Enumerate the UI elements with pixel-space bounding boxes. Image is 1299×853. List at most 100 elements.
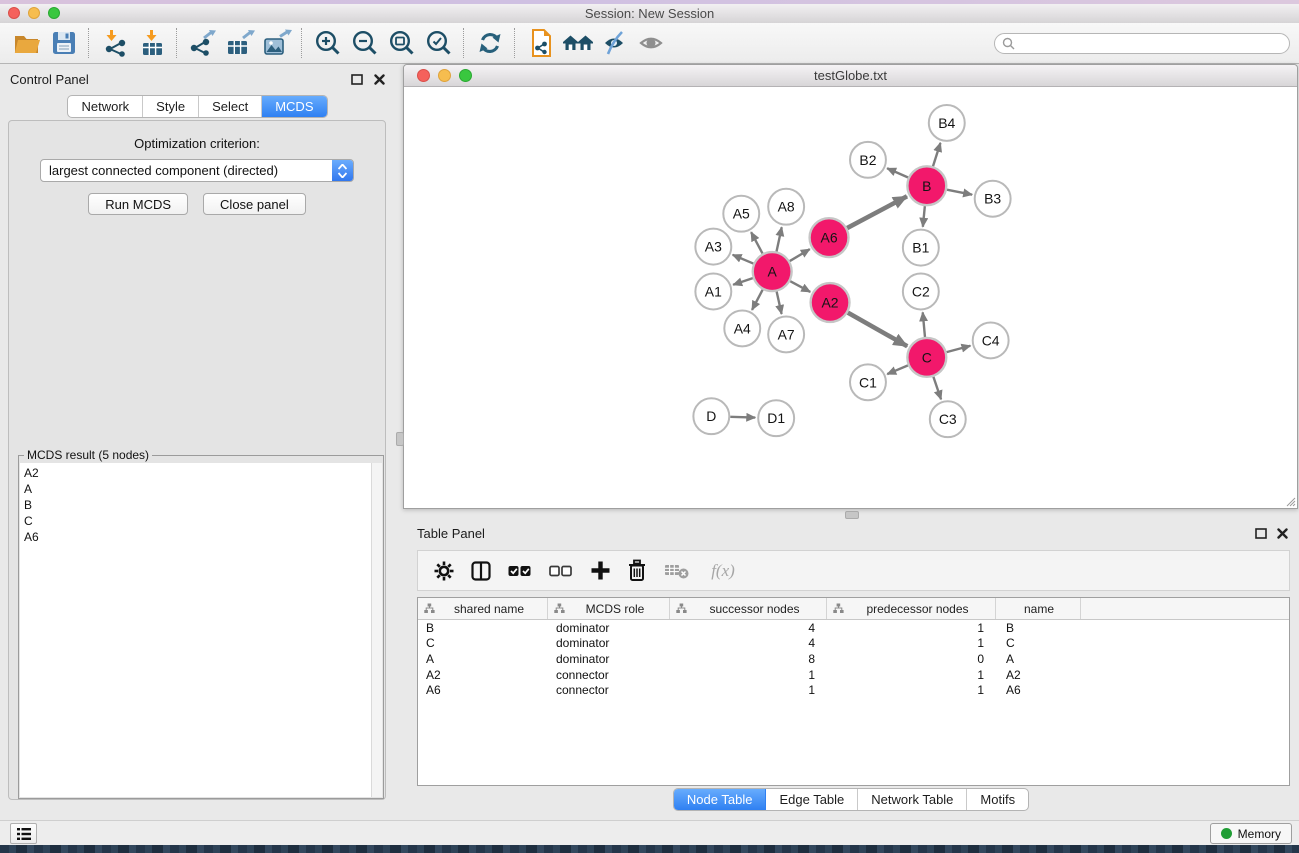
edge-D-D1[interactable] (730, 417, 755, 418)
edge-A-A5[interactable] (751, 232, 762, 253)
node-A8[interactable]: A8 (768, 189, 804, 225)
edge-A6-B[interactable] (847, 196, 907, 228)
network-canvas[interactable]: B4B2BB3A8A5A6A3B1AA1C2A2A4A7C4CC1C3DD1 (404, 87, 1297, 508)
column-visibility-button[interactable] (469, 558, 493, 584)
edge-A-A2[interactable] (790, 281, 810, 292)
search-input[interactable] (1015, 36, 1289, 50)
edge-B-B4[interactable] (933, 143, 940, 166)
edge-A-A3[interactable] (733, 255, 754, 264)
zoom-selected-button[interactable] (420, 25, 457, 61)
edge-A-A7[interactable] (777, 292, 782, 314)
node-A7[interactable]: A7 (768, 316, 804, 352)
network-hscroll-thumb[interactable] (845, 511, 859, 519)
table-row[interactable]: Adominator80A (418, 651, 1289, 667)
node-B[interactable]: B (907, 166, 946, 205)
node-C2[interactable]: C2 (903, 274, 939, 310)
edge-C-C3[interactable] (933, 377, 941, 400)
export-network-button[interactable] (184, 25, 221, 61)
edge-C-C2[interactable] (923, 312, 925, 337)
edge-C-C4[interactable] (947, 346, 971, 352)
close-panel-button[interactable] (371, 72, 387, 86)
run-mcds-button[interactable]: Run MCDS (88, 193, 188, 215)
float-table-panel-button[interactable] (1253, 526, 1269, 540)
edge-A-A8[interactable] (776, 227, 781, 251)
result-item[interactable]: A (20, 481, 372, 497)
node-A4[interactable]: A4 (724, 310, 760, 346)
table-settings-button[interactable] (432, 558, 456, 584)
edge-C-C1[interactable] (887, 365, 908, 374)
node-A[interactable]: A (753, 252, 792, 291)
deselect-all-rows-button[interactable] (547, 558, 575, 584)
result-scrollbar[interactable] (371, 463, 382, 797)
node-C1[interactable]: C1 (850, 364, 886, 400)
tab-network[interactable]: Network (68, 96, 143, 117)
table-row[interactable]: A6connector11A6 (418, 682, 1289, 698)
criterion-select[interactable]: largest connected component (directed) (40, 159, 354, 182)
node-C[interactable]: C (907, 338, 946, 377)
delete-table-button[interactable] (662, 558, 692, 584)
result-item[interactable]: C (20, 513, 372, 529)
delete-columns-button[interactable] (625, 558, 649, 584)
node-C4[interactable]: C4 (973, 322, 1009, 358)
node-A3[interactable]: A3 (695, 229, 731, 265)
node-A5[interactable]: A5 (723, 196, 759, 232)
node-C3[interactable]: C3 (930, 401, 966, 437)
memory-button[interactable]: Memory (1210, 823, 1292, 844)
edge-A2-C[interactable] (848, 313, 907, 347)
network-vscroll-thumb[interactable] (396, 432, 404, 446)
edge-B-B1[interactable] (923, 206, 925, 227)
apply-function-button[interactable]: f(x) (705, 558, 741, 584)
clone-network-button[interactable] (522, 25, 559, 61)
task-history-button[interactable] (10, 823, 37, 844)
node-B2[interactable]: B2 (850, 142, 886, 178)
resize-grip[interactable] (1284, 495, 1296, 507)
app-titlebar[interactable]: Session: New Session (0, 4, 1299, 24)
tab-mcds[interactable]: MCDS (262, 96, 326, 117)
node-B3[interactable]: B3 (975, 181, 1011, 217)
table-row[interactable]: Cdominator41C (418, 636, 1289, 652)
import-table-button[interactable] (133, 25, 170, 61)
table-row[interactable]: Bdominator41B (418, 620, 1289, 636)
tab-edge-table[interactable]: Edge Table (766, 789, 858, 810)
edge-A-A1[interactable] (733, 278, 753, 285)
preview-button[interactable] (633, 25, 670, 61)
float-panel-button[interactable] (349, 72, 365, 86)
node-D1[interactable]: D1 (758, 400, 794, 436)
add-column-button[interactable] (588, 558, 612, 584)
export-image-button[interactable] (258, 25, 295, 61)
edge-A-A6[interactable] (790, 249, 810, 261)
tab-network-table[interactable]: Network Table (858, 789, 967, 810)
edge-B-B2[interactable] (887, 168, 908, 177)
zoom-fit-button[interactable] (383, 25, 420, 61)
column-header[interactable]: shared name (418, 598, 548, 619)
close-mcds-panel-button[interactable]: Close panel (203, 193, 306, 215)
close-table-panel-button[interactable] (1274, 526, 1290, 540)
column-header[interactable]: predecessor nodes (827, 598, 996, 619)
save-session-button[interactable] (45, 25, 82, 61)
mcds-result-list[interactable]: A2ABCA6 (20, 463, 372, 797)
tab-select[interactable]: Select (199, 96, 262, 117)
home-views-button[interactable] (559, 25, 596, 61)
zoom-in-button[interactable] (309, 25, 346, 61)
hide-view-button[interactable] (596, 25, 633, 61)
export-table-button[interactable] (221, 25, 258, 61)
node-A6[interactable]: A6 (810, 218, 849, 257)
edge-B-B3[interactable] (947, 190, 972, 195)
network-graph[interactable]: B4B2BB3A8A5A6A3B1AA1C2A2A4A7C4CC1C3DD1 (404, 87, 1297, 508)
table-row[interactable]: A2connector11A2 (418, 667, 1289, 683)
tab-motifs[interactable]: Motifs (967, 789, 1028, 810)
column-header[interactable]: successor nodes (670, 598, 827, 619)
edge-A-A4[interactable] (752, 290, 763, 310)
node-A1[interactable]: A1 (695, 274, 731, 310)
import-network-button[interactable] (96, 25, 133, 61)
select-all-rows-button[interactable] (506, 558, 534, 584)
apply-layout-button[interactable] (471, 25, 508, 61)
node-B4[interactable]: B4 (929, 105, 965, 141)
column-header[interactable]: name (996, 598, 1081, 619)
result-item[interactable]: B (20, 497, 372, 513)
session-search[interactable] (994, 33, 1290, 54)
result-item[interactable]: A2 (20, 465, 372, 481)
node-B1[interactable]: B1 (903, 230, 939, 266)
node-table[interactable]: shared nameMCDS rolesuccessor nodesprede… (417, 597, 1290, 786)
tab-style[interactable]: Style (143, 96, 199, 117)
